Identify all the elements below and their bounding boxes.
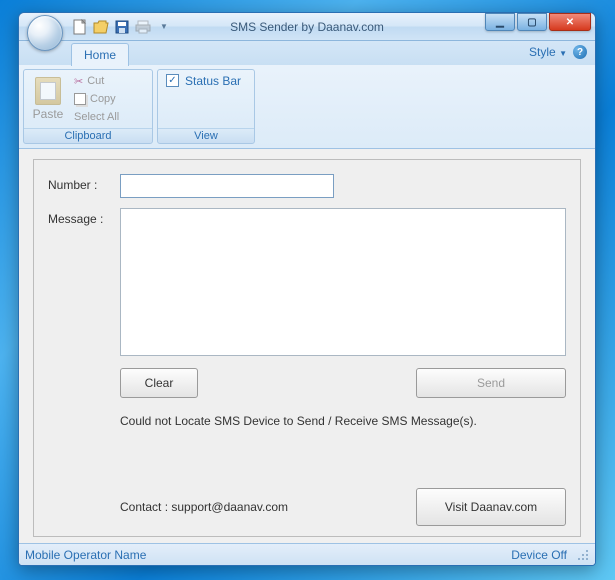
open-file-icon[interactable] (92, 18, 110, 36)
contact-text: Contact : support@daanav.com (120, 500, 288, 514)
help-icon[interactable]: ? (573, 45, 587, 59)
style-dropdown[interactable]: Style ▼ (529, 45, 567, 59)
titlebar: ▼ SMS Sender by Daanav.com ▁ ▢ ✕ (19, 13, 595, 41)
visit-button[interactable]: Visit Daanav.com (416, 488, 566, 526)
paste-button[interactable]: Paste (28, 72, 68, 126)
client-area: Number : Message : Clear Send Could not … (19, 149, 595, 543)
clipboard-group-label: Clipboard (24, 128, 152, 143)
minimize-button[interactable]: ▁ (485, 13, 515, 31)
clear-button[interactable]: Clear (120, 368, 198, 398)
quick-access-toolbar: ▼ (71, 13, 173, 40)
status-bar-label: Status Bar (185, 74, 241, 88)
window-controls: ▁ ▢ ✕ (485, 13, 591, 31)
new-file-icon[interactable] (71, 18, 89, 36)
ribbon-group-view: ✓ Status Bar View (157, 69, 255, 144)
number-label: Number : (48, 174, 110, 192)
paste-label: Paste (33, 107, 64, 121)
scissors-icon: ✂ (74, 75, 83, 88)
copy-icon (74, 93, 86, 105)
status-right: Device Off (511, 548, 567, 562)
view-group-label: View (158, 128, 254, 143)
maximize-button[interactable]: ▢ (517, 13, 547, 31)
form-wrap: Number : Message : Clear Send Could not … (33, 159, 581, 537)
status-bar: Mobile Operator Name Device Off (19, 543, 595, 565)
ribbon-body: Paste ✂Cut Copy Select All Clipboard ✓ S… (19, 65, 595, 149)
chevron-down-icon: ▼ (559, 49, 567, 58)
status-left: Mobile Operator Name (25, 548, 146, 562)
tab-home[interactable]: Home (71, 43, 129, 66)
app-window: ▼ SMS Sender by Daanav.com ▁ ▢ ✕ Home St… (18, 12, 596, 566)
number-input[interactable] (120, 174, 334, 198)
message-label: Message : (48, 208, 110, 226)
cut-button[interactable]: ✂Cut (72, 74, 121, 89)
status-bar-checkbox[interactable]: ✓ (166, 74, 179, 87)
resize-grip-icon[interactable] (577, 549, 589, 561)
ribbon-tab-strip: Home Style ▼ ? (19, 41, 595, 65)
paste-icon (35, 77, 61, 105)
app-orb-button[interactable] (27, 15, 63, 51)
close-button[interactable]: ✕ (549, 13, 591, 31)
copy-button[interactable]: Copy (72, 92, 121, 106)
qat-chevron-down-icon[interactable]: ▼ (155, 18, 173, 36)
save-icon[interactable] (113, 18, 131, 36)
status-message: Could not Locate SMS Device to Send / Re… (48, 414, 566, 428)
select-all-button[interactable]: Select All (72, 110, 121, 124)
print-icon[interactable] (134, 18, 152, 36)
message-textarea[interactable] (120, 208, 566, 356)
send-button[interactable]: Send (416, 368, 566, 398)
ribbon-group-clipboard: Paste ✂Cut Copy Select All Clipboard (23, 69, 153, 144)
